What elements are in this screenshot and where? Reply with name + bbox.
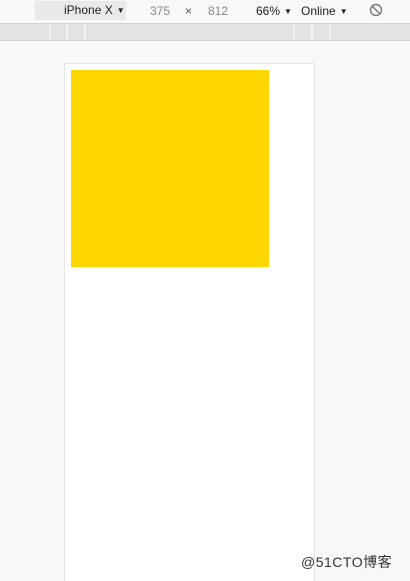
- rotate-icon[interactable]: [369, 3, 383, 17]
- media-query-segment[interactable]: [293, 25, 295, 39]
- chevron-down-icon: ▼: [116, 6, 125, 15]
- zoom-label: 66%: [256, 4, 281, 18]
- zoom-select[interactable]: 66% ▼: [256, 4, 292, 18]
- media-query-segment[interactable]: [311, 25, 313, 39]
- throttling-select[interactable]: Online ▼: [301, 4, 348, 18]
- watermark: @51CTO博客: [301, 554, 393, 570]
- yellow-square: [71, 70, 269, 267]
- chevron-down-icon: ▼: [339, 7, 348, 16]
- media-query-bar: [0, 23, 410, 41]
- media-query-segment[interactable]: [49, 25, 51, 39]
- media-query-segment[interactable]: [84, 25, 86, 39]
- height-input[interactable]: 812: [208, 4, 228, 18]
- device-label: iPhone X: [64, 3, 113, 17]
- media-query-segment[interactable]: [329, 25, 331, 39]
- media-query-segment[interactable]: [66, 25, 68, 39]
- device-select[interactable]: iPhone X ▼: [35, 1, 126, 20]
- width-input[interactable]: 375: [150, 4, 170, 18]
- throttling-label: Online: [301, 4, 336, 18]
- device-viewport: [65, 64, 314, 581]
- dimension-separator: ×: [185, 4, 193, 18]
- device-toolbar: iPhone X ▼ 375 × 812 66% ▼ Online ▼: [0, 0, 410, 22]
- chevron-down-icon: ▼: [284, 7, 292, 16]
